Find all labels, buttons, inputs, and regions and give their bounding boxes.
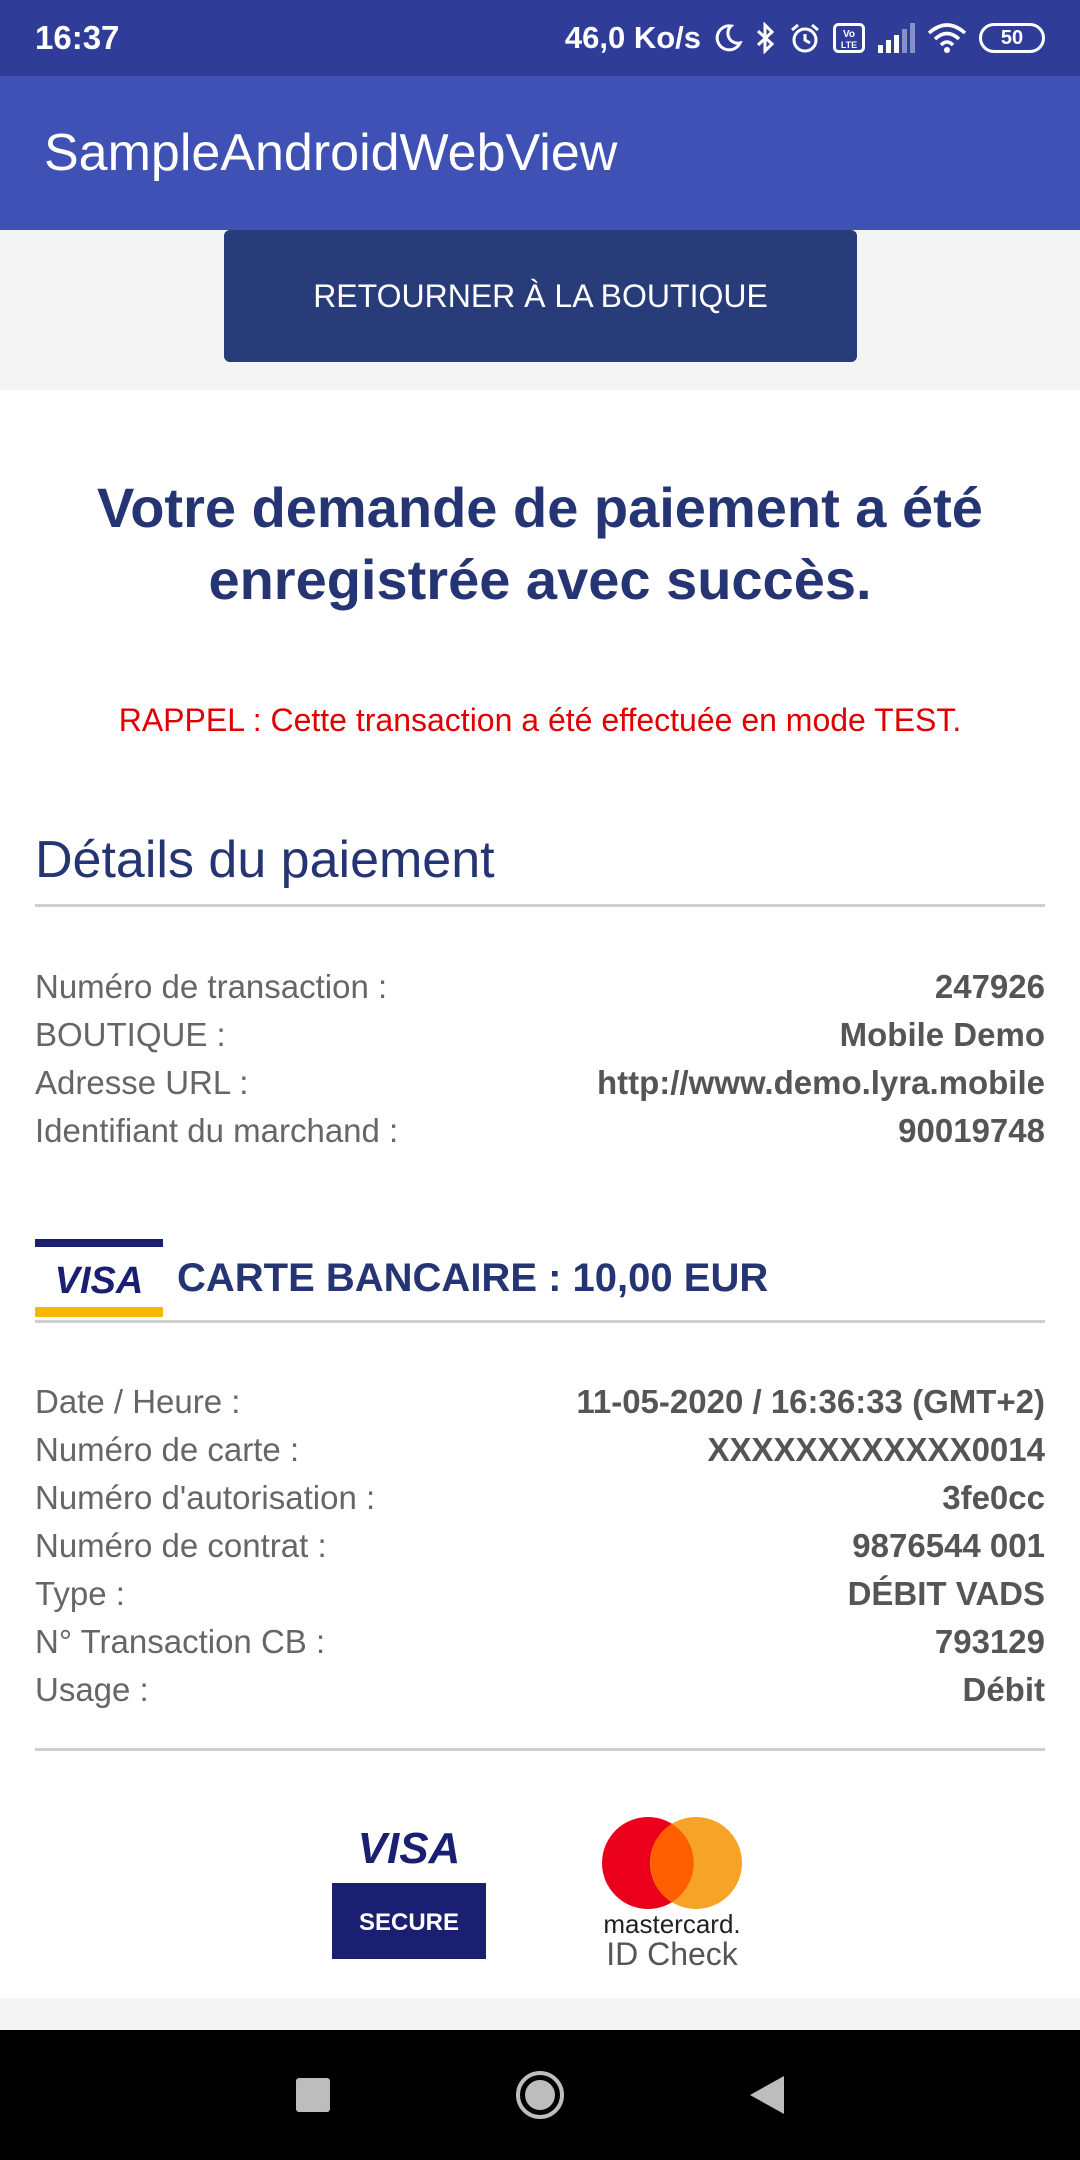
mastercard-id-check-logo: mastercard. ID Check <box>594 1815 754 1980</box>
top-band: RETOURNER À LA BOUTIQUE <box>0 230 1080 390</box>
card-details-list: Date / Heure : 11-05-2020 / 16:36:33 (GMT… <box>35 1378 1045 1714</box>
card-detail-label: Numéro d'autorisation : <box>35 1479 376 1516</box>
card-detail-value: DÉBIT VADS <box>847 1575 1045 1612</box>
card-detail-value: 9876544 001 <box>852 1527 1045 1564</box>
page-bottom-strip <box>0 1998 1080 2030</box>
mastercard-sub: ID Check <box>606 1936 739 1972</box>
card-detail-value: Débit <box>962 1671 1046 1708</box>
moon-icon <box>715 24 743 52</box>
detail-value: 247926 <box>934 968 1045 1005</box>
signal-icon <box>878 23 915 53</box>
app-bar: SampleAndroidWebView <box>0 76 1080 230</box>
status-icons: 46,0 Ko/s Vo LTE 50 <box>565 20 1045 56</box>
network-speed: 46,0 Ko/s <box>564 20 701 55</box>
card-detail-label: Numéro de carte : <box>35 1431 300 1468</box>
detail-label: Identifiant du marchand : <box>35 1112 399 1149</box>
payment-details-title: Détails du paiement <box>35 830 1045 907</box>
visa-secure-top-text: VISA <box>358 1824 461 1873</box>
battery-icon: 50 <box>979 23 1045 53</box>
card-header: VISA CARTE BANCAIRE : 10,00 EUR <box>35 1237 1045 1323</box>
circle-icon <box>515 2071 564 2119</box>
test-mode-notice: RAPPEL : Cette transaction a été effectu… <box>118 702 962 738</box>
detail-row: Adresse URL : http://www.demo.lyra.mobile <box>35 1059 1045 1107</box>
card-detail-value: 3fe0cc <box>942 1479 1045 1516</box>
detail-label: Numéro de transaction : <box>35 968 388 1005</box>
visa-card-logo-text: VISA <box>55 1260 144 1302</box>
visa-card-logo: VISA <box>35 1238 163 1319</box>
visa-secure-logo: VISA SECURE <box>332 1815 486 1964</box>
success-headline: Votre demande de paiement a été enregist… <box>97 476 983 611</box>
battery-level: 50 <box>1000 26 1024 49</box>
card-detail-row: Numéro d'autorisation : 3fe0cc <box>35 1474 1045 1522</box>
volte-icon: VoLTE <box>833 23 865 53</box>
detail-value: http://www.demo.lyra.mobile <box>597 1064 1045 1101</box>
square-icon <box>296 2078 331 2112</box>
status-bar: 16:37 46,0 Ko/s Vo LTE 50 <box>0 0 1080 76</box>
svg-text:Vo: Vo <box>843 29 855 40</box>
detail-row: BOUTIQUE : Mobile Demo <box>35 1011 1045 1059</box>
detail-value: 90019748 <box>898 1112 1045 1149</box>
payment-details-list: Numéro de transaction : 247926 BOUTIQUE :… <box>35 963 1045 1155</box>
card-detail-label: Date / Heure : <box>35 1383 241 1420</box>
card-detail-label: N° Transaction CB : <box>35 1623 326 1660</box>
card-detail-row: Numéro de contrat : 9876544 001 <box>35 1522 1045 1570</box>
card-detail-row: Numéro de carte : XXXXXXXXXXXX0014 <box>35 1426 1045 1474</box>
back-button[interactable] <box>727 2055 807 2135</box>
system-nav-bar <box>0 2030 1080 2160</box>
card-detail-label: Numéro de contrat : <box>35 1527 327 1564</box>
detail-label: Adresse URL : <box>35 1064 249 1101</box>
return-to-shop-button[interactable]: RETOURNER À LA BOUTIQUE <box>224 230 857 362</box>
detail-value: Mobile Demo <box>839 1016 1045 1053</box>
card-detail-row: Date / Heure : 11-05-2020 / 16:36:33 (GMT… <box>35 1378 1045 1426</box>
bluetooth-icon <box>756 22 775 54</box>
card-detail-label: Usage : <box>35 1671 149 1708</box>
card-detail-value: 793129 <box>934 1623 1045 1660</box>
card-detail-row: Type : DÉBIT VADS <box>35 1570 1045 1618</box>
home-button[interactable] <box>500 2055 580 2135</box>
detail-row: Numéro de transaction : 247926 <box>35 963 1045 1011</box>
recent-apps-button[interactable] <box>273 2055 353 2135</box>
svg-text:LTE: LTE <box>841 40 857 50</box>
card-detail-label: Type : <box>35 1575 125 1612</box>
divider <box>35 1748 1045 1751</box>
triangle-back-icon <box>749 2076 784 2114</box>
alarm-icon <box>791 23 819 53</box>
card-detail-row: Usage : Débit <box>35 1666 1045 1714</box>
card-detail-row: N° Transaction CB : 793129 <box>35 1618 1045 1666</box>
app-title: SampleAndroidWebView <box>44 124 618 182</box>
wifi-icon <box>927 23 967 53</box>
card-detail-value: XXXXXXXXXXXX0014 <box>707 1431 1045 1468</box>
card-detail-value: 11-05-2020 / 16:36:33 (GMT+2) <box>576 1383 1045 1420</box>
detail-row: Identifiant du marchand : 90019748 <box>35 1107 1045 1155</box>
mastercard-word: mastercard. <box>603 1909 740 1939</box>
detail-label: BOUTIQUE : <box>35 1016 226 1053</box>
status-time: 16:37 <box>35 19 120 56</box>
card-title: CARTE BANCAIRE : 10,00 EUR <box>177 1256 769 1300</box>
visa-secure-bottom-text: SECURE <box>359 1909 459 1936</box>
